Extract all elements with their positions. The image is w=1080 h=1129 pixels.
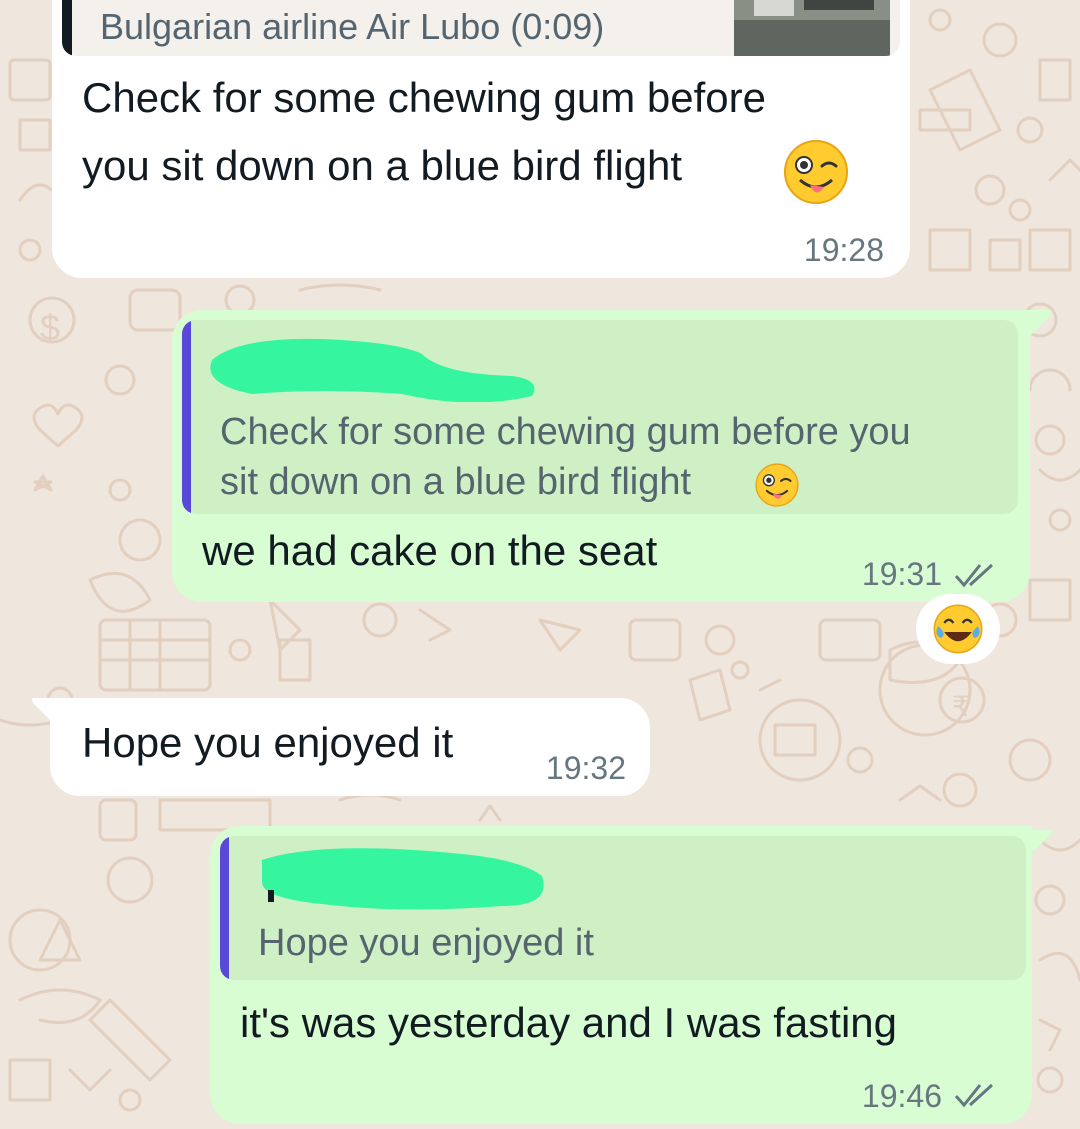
quoted-message[interactable]: Check for some chewing gum before you si… bbox=[182, 320, 1018, 514]
quoted-text-line-2: sit down on a blue bird flight bbox=[220, 461, 692, 503]
read-double-tick-icon bbox=[954, 563, 994, 588]
message-time: 19:31 bbox=[861, 556, 942, 592]
face-with-tears-of-joy-icon bbox=[933, 604, 983, 654]
message-text: we had cake on the seat bbox=[202, 527, 658, 574]
quote-bar bbox=[220, 836, 229, 980]
redacted-sender-name bbox=[262, 848, 544, 910]
svg-text:₹: ₹ bbox=[952, 691, 970, 722]
message-text: Hope you enjoyed it bbox=[82, 719, 454, 766]
link-preview-thumbnail bbox=[734, 0, 890, 56]
message-time: 19:46 bbox=[861, 1078, 942, 1114]
message-text-line-2: you sit down on a blue bird flight bbox=[82, 142, 683, 189]
svg-text:$: $ bbox=[40, 307, 60, 348]
incoming-message-bubble[interactable]: Hope you enjoyed it 19:32 bbox=[50, 698, 650, 796]
quoted-text: Hope you enjoyed it bbox=[258, 922, 594, 964]
outgoing-message-bubble[interactable]: Hope you enjoyed it it's was yesterday a… bbox=[210, 826, 1032, 1124]
incoming-message-bubble[interactable]: Bulgarian airline Air Lubo (0:09) Check … bbox=[52, 0, 910, 278]
message-text-line-1: Check for some chewing gum before bbox=[82, 74, 766, 121]
winking-face-with-tongue-icon bbox=[784, 140, 848, 204]
message-text: it's was yesterday and I was fasting bbox=[240, 999, 897, 1046]
link-preview-bar bbox=[62, 0, 72, 56]
winking-face-with-tongue-icon bbox=[755, 463, 799, 507]
message-time: 19:32 bbox=[545, 750, 626, 786]
redacted-sender-name bbox=[210, 338, 535, 402]
link-preview-card[interactable]: Bulgarian airline Air Lubo (0:09) bbox=[62, 0, 900, 56]
quoted-text-line-1: Check for some chewing gum before you bbox=[220, 411, 911, 453]
outgoing-message-bubble[interactable]: Check for some chewing gum before you si… bbox=[172, 310, 1030, 602]
message-time: 19:28 bbox=[803, 232, 884, 268]
link-preview-title: Bulgarian airline Air Lubo (0:09) bbox=[100, 6, 605, 47]
message-reaction[interactable] bbox=[916, 594, 1000, 664]
quote-bar bbox=[182, 320, 191, 514]
read-double-tick-icon bbox=[954, 1083, 994, 1108]
quoted-message[interactable]: Hope you enjoyed it bbox=[220, 836, 1026, 980]
